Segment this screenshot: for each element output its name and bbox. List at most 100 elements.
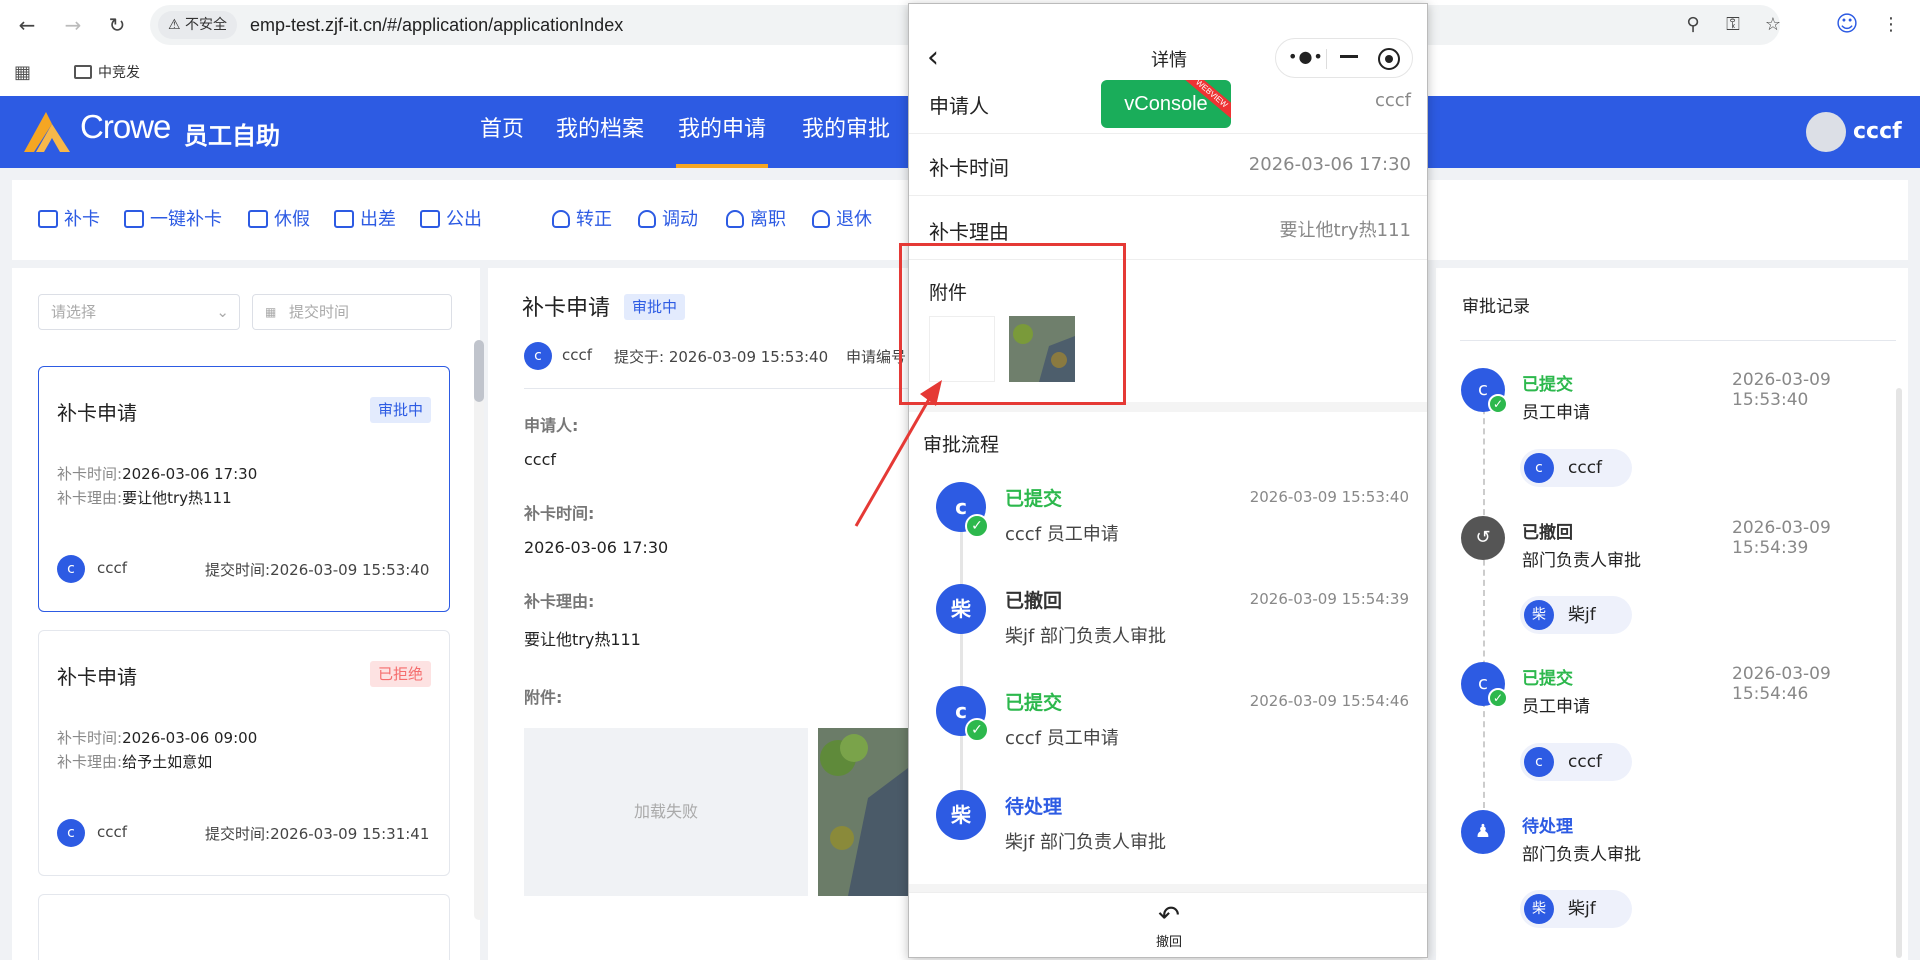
card-reason: 补卡理由:要让他try热111: [57, 489, 232, 507]
check-icon: ✓: [1488, 688, 1508, 708]
approval-records-panel: 审批记录 c ✓ 已提交 员工申请 2026-03-09 15:53:40 cc…: [1436, 268, 1908, 960]
status-badge: 已拒绝: [369, 661, 431, 687]
record-user-pill: 柴柴jf: [1520, 596, 1632, 634]
type-retirement[interactable]: 退休: [812, 206, 872, 234]
row-label: 补卡时间: [929, 156, 1009, 180]
card-reason: 补卡理由:给予土如意如: [57, 753, 213, 771]
record-step: 员工申请: [1522, 697, 1590, 717]
card-time: 补卡时间:2026-03-06 17:30: [57, 465, 258, 483]
record-user-pill: c cccf: [1520, 449, 1632, 487]
type-transfer[interactable]: 调动: [638, 206, 698, 234]
records-title: 审批记录: [1462, 297, 1530, 317]
minimize-icon[interactable]: [1340, 55, 1358, 58]
apps-grid-icon[interactable]: ▦: [14, 62, 31, 83]
stamp-icon: ♟: [1461, 810, 1505, 854]
flow-status: 待处理: [1005, 796, 1063, 818]
card-submit-time: 提交时间:2026-03-09 15:53:40: [205, 561, 430, 579]
status-badge: 审批中: [369, 397, 431, 423]
type-regularization[interactable]: 转正: [552, 206, 612, 234]
undo-icon: ↺: [1461, 516, 1505, 560]
url-text[interactable]: emp-test.zjf-it.cn/#/application/applica…: [250, 5, 623, 45]
insecure-badge[interactable]: ⚠ 不安全: [158, 11, 238, 39]
star-icon[interactable]: ☆: [1760, 12, 1786, 38]
section-gap: [909, 884, 1427, 892]
revoke-button[interactable]: ↶ 撤回: [909, 892, 1427, 957]
attachment-load-failed[interactable]: 加载失败: [524, 728, 808, 896]
nav-profile[interactable]: 我的档案: [554, 96, 646, 168]
vconsole-button[interactable]: vConsole WEBVIEW: [1101, 80, 1231, 128]
detail-user: cccf: [562, 346, 593, 364]
record-user-pill: 柴柴jf: [1520, 890, 1632, 928]
menu-dots-icon[interactable]: ⋮: [1878, 12, 1904, 38]
avatar: c: [57, 819, 85, 847]
brand-subtitle: 员工自助: [184, 122, 280, 150]
divider: [1326, 49, 1327, 69]
calendar-check-icon: [124, 210, 144, 228]
more-dots-icon[interactable]: •●•: [1288, 47, 1324, 66]
row-label: 补卡理由: [929, 220, 1009, 244]
flow-step: 柴jf 部门负责人审批: [1005, 626, 1167, 647]
nav-my-approvals[interactable]: 我的审批: [800, 96, 892, 168]
key-icon[interactable]: ⚿: [1720, 12, 1746, 38]
nav-home[interactable]: 首页: [474, 96, 530, 168]
plane-icon: [334, 210, 354, 228]
calendar-check-icon: [38, 210, 58, 228]
brand-name: Crowe: [80, 108, 171, 145]
flow-status: 已提交: [1005, 692, 1063, 714]
chevron-down-icon: ⌄: [216, 303, 229, 321]
detail-submitted: 提交于: 2026-03-09 15:53:40: [614, 348, 829, 366]
avatar: 柴: [936, 790, 986, 840]
type-leave[interactable]: 休假: [248, 206, 310, 234]
back-arrow-icon[interactable]: ←: [12, 10, 42, 40]
warning-icon: ⚠: [168, 17, 181, 33]
submit-time-picker[interactable]: ▦ 提交时间: [252, 294, 452, 330]
reload-icon[interactable]: ↻: [102, 10, 132, 40]
row-value: 2026-03-06 17:30: [1248, 154, 1411, 175]
close-circle-icon[interactable]: [1378, 48, 1400, 70]
type-resignation[interactable]: 离职: [726, 206, 786, 234]
record-user-pill: c cccf: [1520, 743, 1632, 781]
row-label: 申请人: [929, 94, 989, 118]
bookmark-folder[interactable]: 中竞发: [74, 62, 140, 84]
application-card[interactable]: 补卡申请 已拒绝 补卡时间:2026-03-06 09:00 补卡理由:给予土如…: [38, 630, 450, 876]
mobile-detail-overlay: ‹ 详情 •●• 申请人 cccf 补卡时间 2026-03-06 17:30 …: [908, 3, 1428, 958]
forward-arrow-icon[interactable]: →: [58, 10, 88, 40]
record-step: 员工申请: [1522, 403, 1590, 423]
record-status: 已撤回: [1522, 523, 1573, 543]
header-username[interactable]: cccf: [1853, 112, 1902, 152]
avatar: c: [524, 342, 552, 370]
record-status: 已提交: [1522, 669, 1573, 689]
user-avatar[interactable]: [1806, 112, 1846, 152]
zoom-icon[interactable]: ⚲: [1680, 12, 1706, 38]
calendar-icon: [248, 210, 268, 228]
check-icon: ✓: [965, 514, 989, 538]
timeline-line: [1483, 388, 1485, 808]
application-card[interactable]: [38, 894, 450, 960]
list-scrollbar[interactable]: [474, 340, 484, 920]
calendar-icon: ▦: [265, 305, 277, 319]
detail-title: 补卡申请: [522, 296, 611, 321]
flow-status: 已撤回: [1005, 590, 1063, 612]
list-scrollbar-thumb[interactable]: [474, 340, 484, 402]
type-card-punch[interactable]: 补卡: [38, 206, 100, 234]
flow-time: 2026-03-09 15:54:46: [1249, 692, 1409, 710]
flow-step: cccf 员工申请: [1005, 728, 1119, 749]
check-icon: ✓: [1488, 394, 1508, 414]
type-select[interactable]: 请选择 ⌄: [38, 294, 240, 330]
annotation-arrow: [854, 380, 942, 527]
profile-icon[interactable]: ☺: [1834, 12, 1860, 38]
type-one-click-punch[interactable]: 一键补卡: [124, 206, 222, 234]
reason-value: 要让他try热111: [524, 630, 641, 649]
nav-my-applications[interactable]: 我的申请: [676, 96, 768, 168]
flow-time: 2026-03-09 15:53:40: [1249, 488, 1409, 506]
attachment-image[interactable]: [818, 728, 908, 896]
miniprogram-capsule: •●•: [1275, 38, 1413, 78]
type-public-errand[interactable]: 公出: [420, 206, 482, 234]
detail-status-badge: 审批中: [624, 294, 686, 320]
mobile-header: ‹ 详情 •●•: [909, 4, 1427, 86]
type-business-trip[interactable]: 出差: [334, 206, 396, 234]
time-value: 2026-03-06 17:30: [524, 538, 669, 557]
application-card[interactable]: 补卡申请 审批中 补卡时间:2026-03-06 17:30 补卡理由:要让他t…: [38, 366, 450, 612]
record-time: 2026-03-09 15:54:46: [1732, 664, 1831, 704]
flow-step: 柴jf 部门负责人审批: [1005, 832, 1167, 853]
